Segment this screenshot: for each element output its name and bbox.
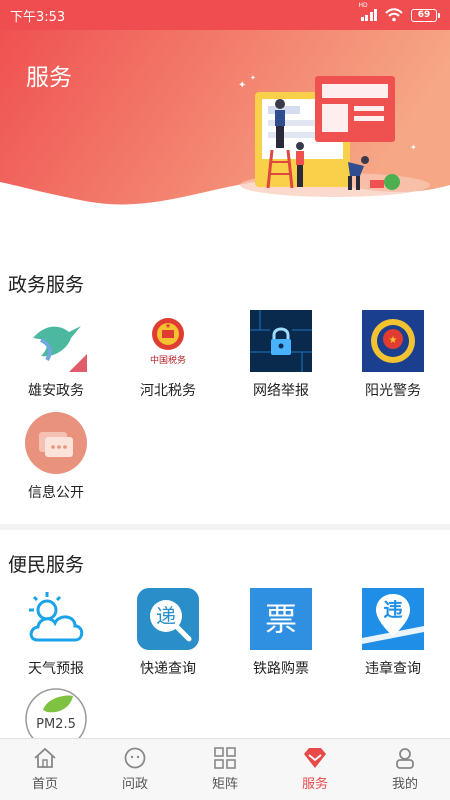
tile-label: 快递查询 xyxy=(140,661,196,677)
bottom-tab-bar: 首页 问政 矩阵 服务 我的 xyxy=(0,738,450,800)
service-tile-sunshine-police[interactable]: ★ 阳光警务 xyxy=(338,310,448,400)
banner-background: ✦ ✦ ✦ xyxy=(0,0,450,205)
home-icon xyxy=(34,747,56,768)
service-tile-violation[interactable]: 违 违章查询 xyxy=(338,588,448,678)
tile-label: 违章查询 xyxy=(365,661,421,677)
tile-label: 信息公开 xyxy=(28,485,84,501)
service-tile-weather[interactable]: 天气预报 xyxy=(1,588,111,678)
tile-label: 阳光警务 xyxy=(365,383,421,399)
service-screen: ✦ ✦ ✦ 下午3:53 HD 69 服务 政务服务 雄安政务 ★ 中国税务 河… xyxy=(0,0,450,800)
police-badge-icon: ★ xyxy=(362,310,424,372)
grid-icon xyxy=(214,747,236,769)
traffic-violation-icon: 违 xyxy=(362,588,424,650)
tile-label: 河北税务 xyxy=(140,383,196,399)
tab-profile[interactable]: 我的 xyxy=(360,739,450,800)
cyber-lock-icon xyxy=(250,310,312,372)
service-tile-railway[interactable]: 票 铁路购票 xyxy=(226,588,336,678)
gov-services-section: 政务服务 雄安政务 ★ 中国税务 河北税务 网络举报 ★ 阳光警务 信息公开 xyxy=(0,232,450,524)
tab-home[interactable]: 首页 xyxy=(0,739,90,800)
emblem-caption: 中国税务 xyxy=(149,356,186,366)
chat-bubbles-icon xyxy=(25,412,87,474)
battery-level: 69 xyxy=(411,8,437,22)
convenience-services-section: 便民服务 天气预报 递 快递查询 票 铁路购票 违 违章查询 PM2.5 xyxy=(0,530,450,750)
express-search-icon: 递 xyxy=(137,588,199,650)
tab-label: 矩阵 xyxy=(211,777,238,792)
tile-label: 雄安政务 xyxy=(28,383,84,399)
service-tile-info-public[interactable]: 信息公开 xyxy=(1,412,111,502)
svg-text:★: ★ xyxy=(389,335,398,346)
tile-label: 网络举报 xyxy=(253,383,309,399)
profile-icon xyxy=(396,748,414,769)
status-time: 下午3:53 xyxy=(10,9,66,25)
tile-label: 天气预报 xyxy=(28,661,84,677)
express-glyph: 递 xyxy=(156,604,176,628)
tab-wenzheng[interactable]: 问政 xyxy=(90,739,180,800)
weather-sun-cloud-icon xyxy=(25,588,87,650)
svg-text:✦: ✦ xyxy=(238,80,246,91)
service-tile-xiongan[interactable]: 雄安政务 xyxy=(1,310,111,400)
service-tile-cyber-report[interactable]: 网络举报 xyxy=(226,310,336,400)
svg-text:★: ★ xyxy=(165,322,171,330)
pm25-glyph: PM2.5 xyxy=(36,717,76,732)
header-banner: ✦ ✦ ✦ xyxy=(0,0,450,230)
service-tile-express[interactable]: 递 快递查询 xyxy=(113,588,223,678)
cellular-signal-icon: HD xyxy=(359,2,377,21)
railway-ticket-icon: 票 xyxy=(250,588,312,650)
tab-label: 首页 xyxy=(31,777,58,792)
violation-glyph: 违 xyxy=(383,599,403,621)
svg-text:✦: ✦ xyxy=(250,74,256,82)
railway-glyph: 票 xyxy=(264,600,297,638)
status-bar: 下午3:53 HD 69 xyxy=(0,0,450,30)
battery-icon: 69 xyxy=(411,8,440,22)
tab-service[interactable]: 服务 xyxy=(270,739,360,800)
tab-label: 服务 xyxy=(301,777,328,792)
tab-label: 我的 xyxy=(391,777,418,792)
page-title: 服务 xyxy=(26,65,72,91)
section-title: 政务服务 xyxy=(8,274,85,296)
service-tile-hebei-tax[interactable]: ★ 中国税务 河北税务 xyxy=(113,310,223,400)
chat-face-icon xyxy=(124,747,146,769)
tab-label: 问政 xyxy=(121,777,148,792)
tile-label: 铁路购票 xyxy=(253,661,309,677)
national-emblem-tax-icon: ★ 中国税务 xyxy=(137,310,199,372)
tab-matrix[interactable]: 矩阵 xyxy=(180,739,270,800)
wifi-icon xyxy=(385,8,403,22)
diamond-service-icon xyxy=(304,748,326,768)
svg-text:✦: ✦ xyxy=(410,143,417,152)
section-title: 便民服务 xyxy=(8,554,85,576)
xiongan-bird-icon xyxy=(25,310,87,372)
